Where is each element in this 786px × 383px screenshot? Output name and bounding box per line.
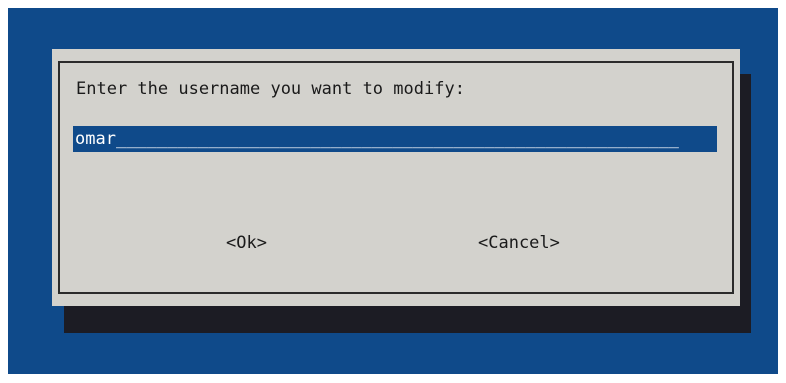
- ok-button[interactable]: <Ok>: [226, 232, 267, 254]
- username-input-fill: ________________________________________…: [115, 129, 679, 149]
- username-input[interactable]: omar____________________________________…: [73, 126, 717, 152]
- cancel-button[interactable]: <Cancel>: [478, 232, 560, 254]
- dialog-prompt: Enter the username you want to modify:: [76, 79, 465, 99]
- username-input-value: omar: [75, 129, 116, 149]
